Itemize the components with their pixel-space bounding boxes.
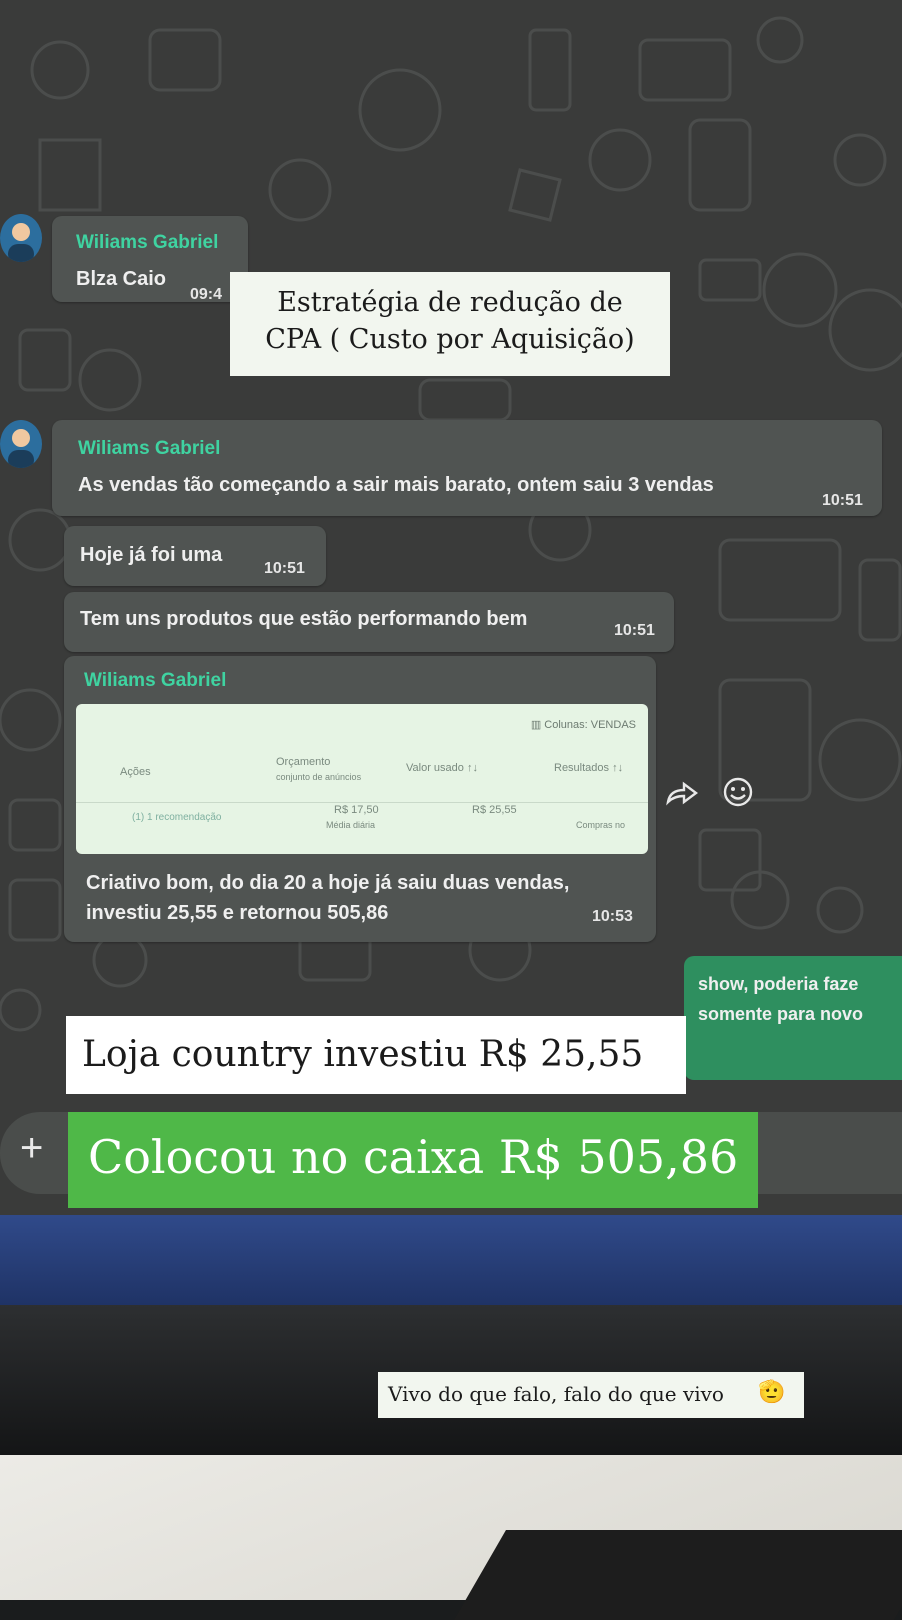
title-overlay: Estratégia de redução de CPA ( Custo por… (230, 272, 670, 376)
desk-shadow (454, 1530, 902, 1620)
message-bubble[interactable]: Wiliams Gabriel Blza Caio 09:4 (52, 216, 248, 303)
cell-orcamento: R$ 17,50 (334, 804, 379, 816)
footer-text: Vivo do que falo, falo do que vivo (388, 1382, 724, 1406)
recommendation-link[interactable]: (1) 1 recomendação (132, 812, 222, 823)
columns-label: Colunas: VENDAS (544, 719, 636, 731)
table-header: Ações Orçamento conjunto de anúncios Val… (76, 752, 648, 803)
columns-icon: ▥ (530, 719, 545, 731)
sender-name: Wiliams Gabriel (84, 670, 227, 691)
header-valor-usado: Valor usado ↑↓ (406, 762, 478, 774)
caption-line-2: investiu 25,55 e retornou 505,86 (86, 902, 389, 924)
avatar[interactable] (0, 420, 42, 468)
message-time: 10:53 (592, 908, 633, 925)
message-bubble[interactable]: Wiliams Gabriel As vendas tão começando … (52, 420, 882, 516)
caixa-text: Colocou no caixa R$ 505,86 (88, 1130, 739, 1184)
message-text: Blza Caio (76, 268, 167, 290)
investiu-overlay: Loja country investiu R$ 25,55 (66, 1016, 686, 1094)
header-resultados: Resultados ↑↓ (554, 762, 624, 774)
caption-line-1: Criativo bom, do dia 20 a hoje já saiu d… (86, 872, 570, 894)
table-row[interactable]: (1) 1 recomendação R$ 17,50 Média diária… (76, 804, 648, 852)
title-line-1: Estratégia de redução de (277, 287, 623, 318)
sender-name: Wiliams Gabriel (78, 438, 221, 459)
investiu-text: Loja country investiu R$ 25,55 (82, 1034, 644, 1075)
message-time: 10:51 (822, 492, 863, 509)
message-text: Tem uns produtos que estão performando b… (80, 608, 528, 630)
avatar[interactable] (0, 214, 42, 262)
outgoing-line-2: somente para novo (698, 1004, 864, 1024)
emoji-icon[interactable] (722, 776, 754, 808)
saluting-face-icon: 🫡 (758, 1380, 786, 1405)
message-text: As vendas tão começando a sair mais bara… (78, 474, 714, 496)
message-time: 10:51 (614, 622, 655, 639)
message-bubble[interactable]: Hoje já foi uma 10:51 (64, 526, 326, 586)
message-text: Hoje já foi uma (80, 544, 223, 566)
cell-valor-usado: R$ 25,55 (472, 804, 517, 816)
header-acoes: Ações (120, 766, 151, 778)
columns-button[interactable]: ▥ Colunas: VENDAS (531, 718, 636, 731)
header-orcamento-sub: conjunto de anúncios (276, 772, 362, 782)
outgoing-line-1: show, poderia faze (698, 974, 859, 994)
footer-overlay: Vivo do que falo, falo do que vivo 🫡 (378, 1372, 804, 1418)
caixa-overlay: Colocou no caixa R$ 505,86 (68, 1112, 758, 1208)
attach-plus-icon[interactable]: + (20, 1126, 43, 1171)
message-time: 09:4 (190, 286, 223, 303)
cell-resultados-sub: Compras no (576, 820, 626, 830)
cell-orcamento-sub: Média diária (326, 820, 376, 830)
title-line-2: CPA ( Custo por Aquisição) (265, 324, 635, 355)
outgoing-message-bubble[interactable]: show, poderia faze somente para novo (684, 956, 902, 1080)
forward-icon[interactable] (664, 780, 700, 806)
ads-table-screenshot[interactable]: ▥ Colunas: VENDAS Ações Orçamento conjun… (76, 704, 648, 854)
chat-screen: Wiliams Gabriel Blza Caio 09:4 Estratégi… (0, 0, 902, 1215)
person-icon (8, 223, 34, 262)
person-icon (8, 429, 34, 468)
message-time: 10:51 (264, 560, 305, 577)
message-bubble[interactable]: Tem uns produtos que estão performando b… (64, 592, 674, 652)
monitor-bottom-edge (0, 1215, 902, 1305)
sender-name: Wiliams Gabriel (76, 232, 219, 253)
header-orcamento: Orçamento (276, 756, 331, 768)
image-message-bubble[interactable]: Wiliams Gabriel ▥ Colunas: VENDAS Ações … (64, 656, 656, 942)
